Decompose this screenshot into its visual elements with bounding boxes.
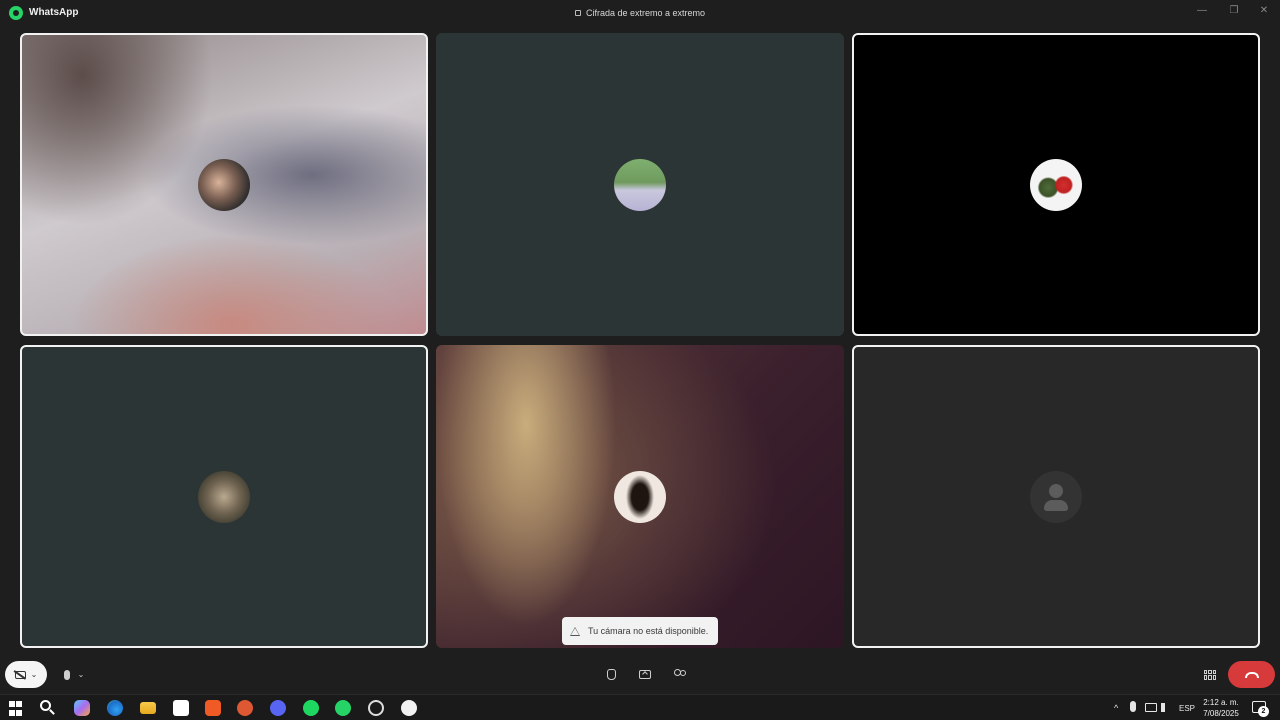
participants-button[interactable] xyxy=(671,661,689,688)
clock-app-icon[interactable] xyxy=(368,700,384,716)
hand-icon xyxy=(606,669,616,680)
person-icon-body xyxy=(1044,499,1068,511)
warning-icon xyxy=(570,626,580,636)
whatsapp-taskbar-icon[interactable] xyxy=(335,700,351,716)
spotify-icon[interactable] xyxy=(303,700,319,716)
discord-icon[interactable] xyxy=(270,700,286,716)
camera-unavailable-toast: Tu cámara no está disponible. xyxy=(562,617,718,645)
share-screen-icon xyxy=(639,670,651,679)
restore-button[interactable]: ❐ xyxy=(1219,2,1249,22)
minimize-button[interactable]: — xyxy=(1187,2,1217,22)
participant-tile-6[interactable] xyxy=(852,345,1260,648)
participant-avatar xyxy=(614,470,666,523)
search-button[interactable] xyxy=(40,700,56,716)
participant-tile-5[interactable] xyxy=(436,345,844,648)
toast-text: Tu cámara no está disponible. xyxy=(588,626,709,636)
participant-avatar xyxy=(198,158,250,211)
microphone-icon xyxy=(63,669,70,680)
language-indicator[interactable]: ESP xyxy=(1179,695,1195,720)
person-icon-head xyxy=(1049,483,1063,498)
participant-tile-2[interactable] xyxy=(436,33,844,336)
default-avatar-icon xyxy=(1030,470,1082,523)
participant-tile-4[interactable] xyxy=(20,345,428,648)
camera-toggle-button[interactable]: ⌄ xyxy=(5,661,47,688)
end-call-button[interactable] xyxy=(1228,661,1275,688)
lock-icon xyxy=(574,10,581,16)
volume-icon[interactable] xyxy=(1161,703,1170,712)
file-explorer-icon[interactable] xyxy=(140,702,156,714)
share-screen-button[interactable] xyxy=(636,661,654,688)
hang-up-icon xyxy=(1244,671,1259,678)
edge-icon[interactable] xyxy=(107,700,123,716)
search-icon xyxy=(40,700,51,711)
encryption-text: Cifrada de extremo a extremo xyxy=(585,8,706,18)
start-button[interactable] xyxy=(9,701,25,717)
participant-tile-1[interactable] xyxy=(20,33,428,336)
close-button[interactable]: ✕ xyxy=(1249,2,1279,22)
copilot-icon[interactable] xyxy=(74,700,90,716)
windows-taskbar: ^ ESP 2:12 a. m. 7/08/2025 2 xyxy=(0,694,1280,720)
brave-icon[interactable] xyxy=(197,695,229,720)
store-icon[interactable] xyxy=(173,700,189,716)
participant-avatar xyxy=(198,470,250,523)
clock-time: 2:12 a. m. xyxy=(1203,698,1239,707)
tray-chevron-icon[interactable]: ^ xyxy=(1114,695,1118,720)
duckduckgo-icon[interactable] xyxy=(237,700,253,716)
layout-button[interactable] xyxy=(1201,661,1219,688)
clock-date: 7/08/2025 xyxy=(1203,709,1239,718)
title-bar: WhatsApp Cifrada de extremo a extremo — … xyxy=(0,0,1280,26)
network-icon[interactable] xyxy=(1145,703,1157,712)
raise-hand-button[interactable] xyxy=(602,661,620,688)
participants-icon xyxy=(673,669,687,680)
notification-count-badge: 2 xyxy=(1258,706,1269,717)
chevron-down-icon: ⌄ xyxy=(30,670,38,679)
participant-avatar xyxy=(614,158,666,211)
microphone-toggle-button[interactable]: ⌄ xyxy=(54,661,94,688)
taskbar-clock[interactable]: 2:12 a. m. 7/08/2025 xyxy=(1198,697,1244,719)
settings-app-icon[interactable] xyxy=(401,700,417,716)
grid-layout-icon xyxy=(1204,669,1216,680)
tray-microphone-icon[interactable] xyxy=(1130,701,1136,712)
camera-off-icon xyxy=(14,670,26,679)
encryption-status: Cifrada de extremo a extremo xyxy=(0,8,1280,18)
chevron-down-icon: ⌄ xyxy=(77,670,85,679)
participant-tile-3[interactable] xyxy=(852,33,1260,336)
participant-avatar xyxy=(1030,158,1082,211)
